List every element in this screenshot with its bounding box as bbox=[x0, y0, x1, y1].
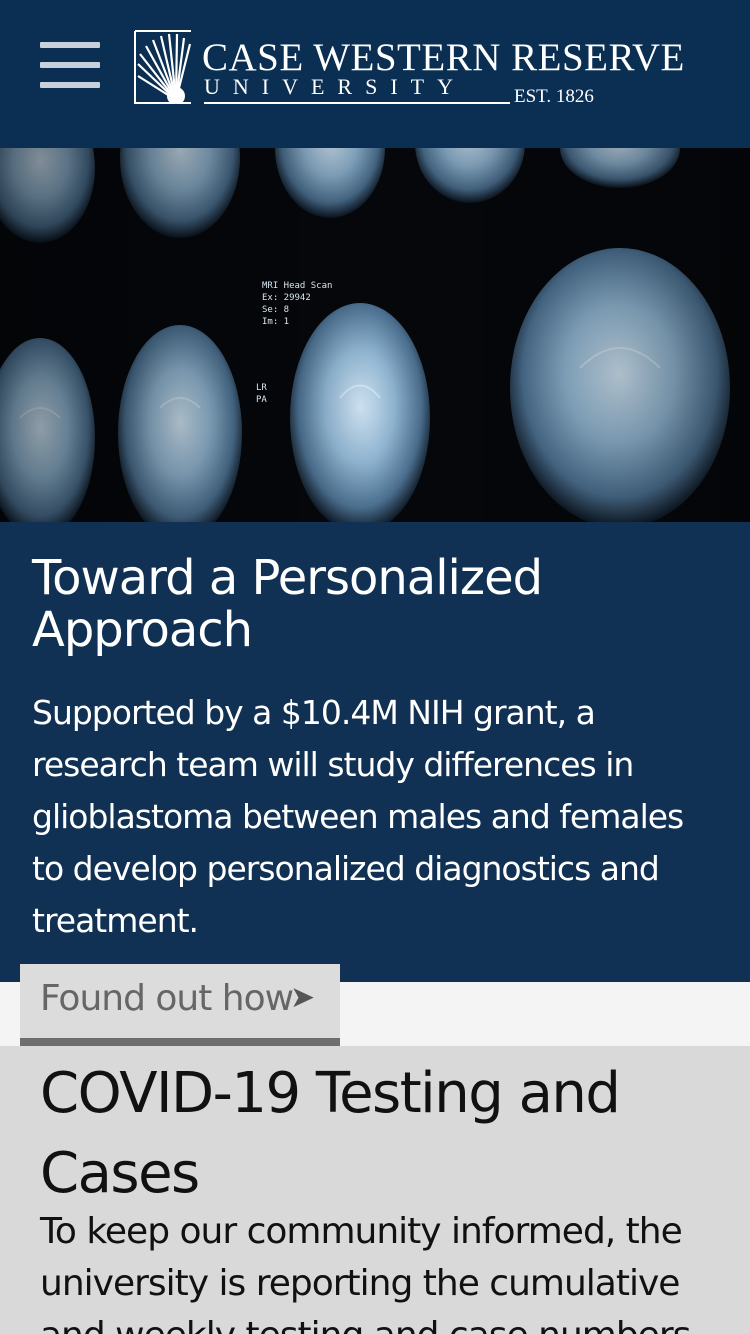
logo-rule bbox=[204, 102, 510, 104]
logo-established: EST. 1826 bbox=[514, 86, 594, 107]
university-logo[interactable]: CASE WESTERN RESERVE UNIVERSITY EST. 182… bbox=[134, 30, 684, 107]
logo-subtitle: UNIVERSITY bbox=[204, 74, 466, 99]
scan-label: Se: 8 bbox=[262, 305, 289, 315]
feature-body: Supported by a $10.4M NIH grant, a resea… bbox=[32, 693, 684, 940]
site-header: CASE WESTERN RESERVE UNIVERSITY EST. 182… bbox=[0, 0, 750, 148]
scan-label: LR bbox=[256, 383, 267, 393]
hamburger-menu-icon[interactable] bbox=[40, 42, 100, 98]
found-out-how-button[interactable]: Found out how ➤ bbox=[20, 964, 340, 1046]
arrow-right-icon: ➤ bbox=[290, 980, 316, 1015]
feature-story: Toward a Personalized Approach Supported… bbox=[0, 522, 750, 982]
logo-wordmark: CASE WESTERN RESERVE bbox=[202, 36, 685, 79]
covid-title[interactable]: COVID-19 Testing and Cases bbox=[40, 1054, 730, 1214]
sunburst-logo-icon bbox=[134, 30, 192, 104]
scan-label: MRI Head Scan bbox=[262, 281, 332, 291]
scan-label: Im: 1 bbox=[262, 317, 289, 327]
covid-body: To keep our community informed, the univ… bbox=[40, 1211, 691, 1334]
feature-title: Toward a Personalized Approach bbox=[32, 550, 543, 658]
hero-image-mri-scans: MRI Head Scan Ex: 29942 Se: 8 Im: 1 LR P… bbox=[0, 148, 750, 522]
scan-label: Ex: 29942 bbox=[262, 293, 311, 303]
mri-scan-illustration: MRI Head Scan Ex: 29942 Se: 8 Im: 1 LR P… bbox=[0, 148, 750, 522]
cta-label: Found out how bbox=[40, 978, 294, 1019]
scan-label: PA bbox=[256, 395, 267, 405]
covid-section: COVID-19 Testing and Cases To keep our c… bbox=[0, 1046, 750, 1334]
